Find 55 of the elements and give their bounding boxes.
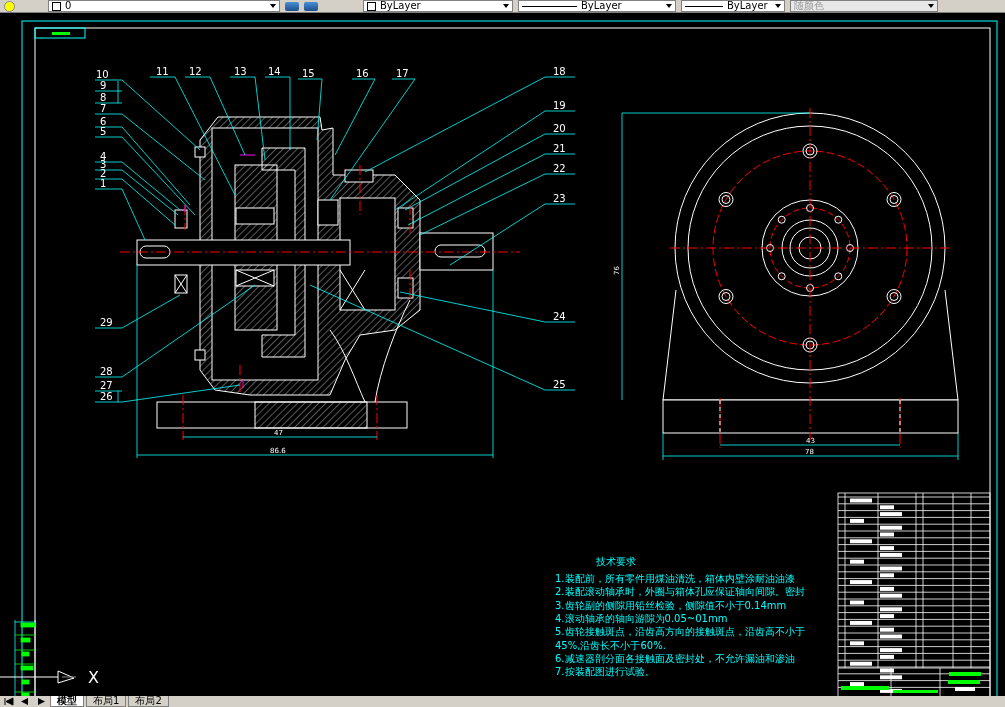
note-line: 1.装配前，所有零件用煤油清洗，箱体内壁涂耐油油漆 [555, 573, 795, 584]
part-number: 25 [553, 379, 566, 390]
layout-tab[interactable]: 布局1 [86, 696, 127, 707]
part-number: 21 [553, 143, 566, 154]
part-number: 17 [396, 68, 409, 79]
first-tab-button[interactable] [2, 697, 16, 706]
part-number: 15 [302, 68, 315, 79]
part-number: 2 [100, 168, 107, 179]
part-number: 24 [553, 311, 566, 322]
part-number: 6 [100, 116, 107, 127]
part-number: 11 [156, 66, 169, 77]
part-number: 12 [189, 66, 202, 77]
note-line: 5.齿轮接触斑点，沿齿高方向的接触斑点，沿齿高不小于 [555, 626, 805, 638]
color-dropdown[interactable]: ByLayer [363, 0, 513, 12]
part-number: 4 [100, 151, 107, 162]
lightbulb-icon[interactable] [4, 0, 15, 12]
leader-line [297, 78, 323, 141]
part-number: 22 [553, 163, 566, 174]
part-number: 27 [100, 380, 113, 391]
part-number: 9 [100, 80, 107, 91]
part-number: 18 [553, 66, 566, 77]
part-number: 8 [100, 92, 107, 103]
part-number: 29 [100, 317, 113, 328]
caret-icon [928, 4, 934, 8]
part-number: 10 [96, 69, 109, 80]
frame-tag-drawing [34, 27, 86, 39]
note-line: 4.滚动轴承的轴向游隙为0.05~01mm [555, 612, 728, 624]
linetype-dropdown[interactable]: ByLayer [518, 0, 676, 12]
caret-icon [775, 4, 781, 8]
part-number: 19 [553, 100, 566, 111]
note-line: 7.按装配图进行试验。 [555, 666, 655, 678]
layout-tab[interactable]: 模型 [50, 696, 84, 707]
layer-dropdown[interactable]: 0 [48, 0, 280, 12]
part-number: 5 [100, 126, 107, 137]
layout-tab[interactable]: 布局2 [128, 696, 169, 707]
part-number: 13 [234, 66, 247, 77]
notes-title: 技术要求 [596, 556, 636, 567]
part-number: 16 [356, 68, 369, 79]
part-number: 1 [100, 178, 107, 189]
caret-icon [666, 4, 672, 8]
caret-icon [270, 4, 276, 8]
axis-label: X [88, 668, 99, 687]
part-number: 28 [100, 366, 113, 377]
part-number: 23 [553, 193, 566, 204]
lineweight-dropdown[interactable]: ByLayer [681, 0, 785, 12]
part-number: 26 [100, 391, 113, 402]
part-number: 7 [100, 103, 107, 114]
part-number: 20 [553, 123, 566, 134]
note-line: 45%,沿齿长不小于60%. [555, 639, 666, 651]
caret-icon [503, 4, 509, 8]
part-number: 3 [100, 159, 107, 170]
part-number: 14 [268, 66, 281, 77]
note-line: 2.装配滚动轴承时，外圈与箱体孔应保证轴向间隙。密封 [555, 586, 805, 598]
note-line: 3.齿轮副的侧隙用铅丝检验，侧隙值不小于0.14mm [555, 599, 787, 611]
note-line: 6.减速器剖分面各接触面及密封处，不允许漏油和渗油 [555, 652, 795, 664]
